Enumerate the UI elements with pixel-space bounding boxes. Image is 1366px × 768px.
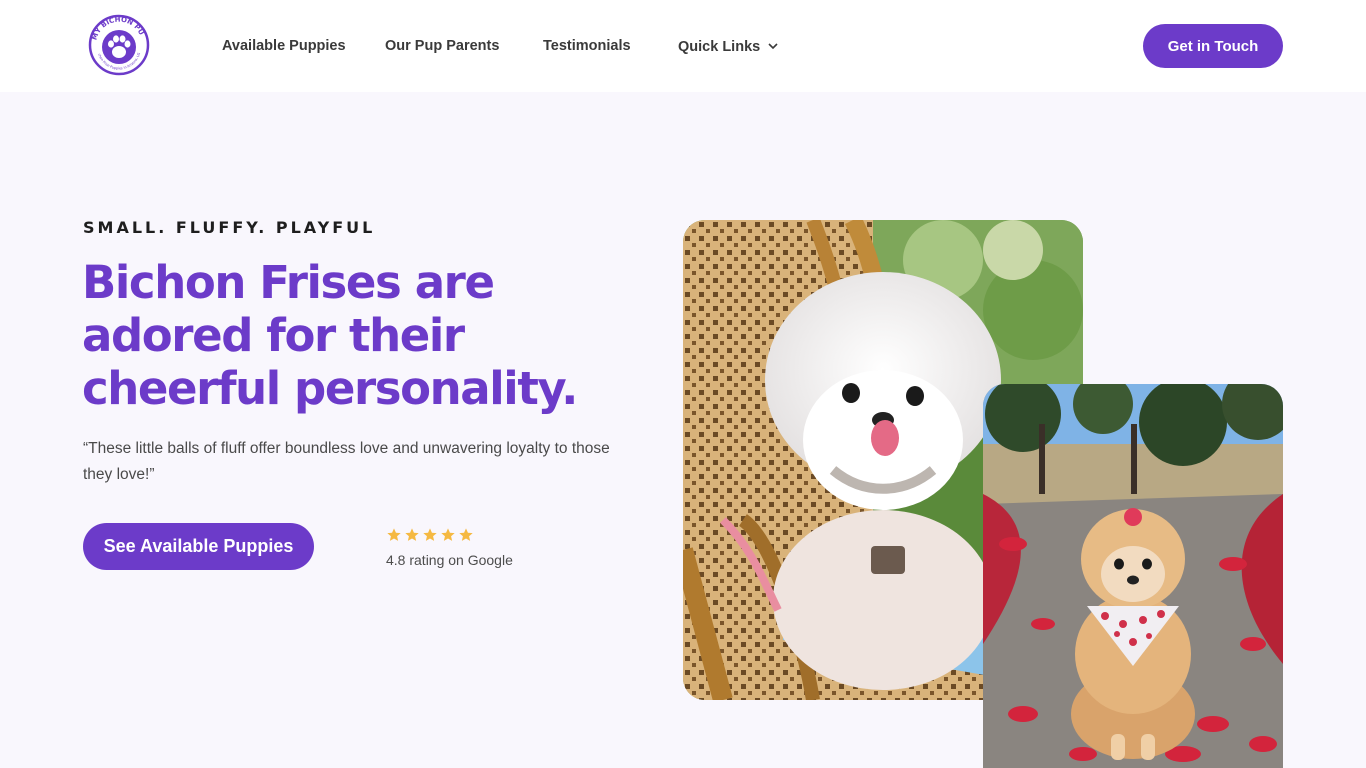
paw-icon: MY BICHON PUP Bichon Frise Puppies in Ar… — [85, 8, 150, 76]
star-icon — [458, 527, 474, 543]
rating-stars — [386, 527, 474, 543]
nav-our-pup-parents[interactable]: Our Pup Parents — [385, 36, 499, 56]
nav-testimonials[interactable]: Testimonials — [543, 36, 631, 56]
pomeranian-on-leaves-photo — [983, 384, 1283, 768]
star-icon — [404, 527, 420, 543]
site-logo[interactable]: MY BICHON PUP Bichon Frise Puppies in Ar… — [85, 8, 150, 76]
hero-headline: Bichon Frises are adored for their cheer… — [82, 256, 578, 415]
see-available-puppies-button[interactable]: See Available Puppies — [83, 523, 314, 570]
get-in-touch-button[interactable]: Get in Touch — [1143, 24, 1283, 68]
nav-quick-links[interactable]: Quick Links — [678, 36, 778, 57]
rating-text: 4.8 rating on Google — [386, 552, 513, 568]
star-icon — [386, 527, 402, 543]
nav-available-puppies[interactable]: Available Puppies — [222, 36, 346, 56]
star-icon — [440, 527, 456, 543]
site-header: MY BICHON PUP Bichon Frise Puppies in Ar… — [0, 0, 1366, 92]
hero-eyebrow: SMALL. FLUFFY. PLAYFUL — [83, 218, 376, 237]
star-icon — [422, 527, 438, 543]
hero-quote: “These little balls of fluff offer bound… — [83, 440, 610, 483]
nav-quick-links-label: Quick Links — [678, 39, 761, 55]
chevron-down-icon — [768, 36, 778, 56]
